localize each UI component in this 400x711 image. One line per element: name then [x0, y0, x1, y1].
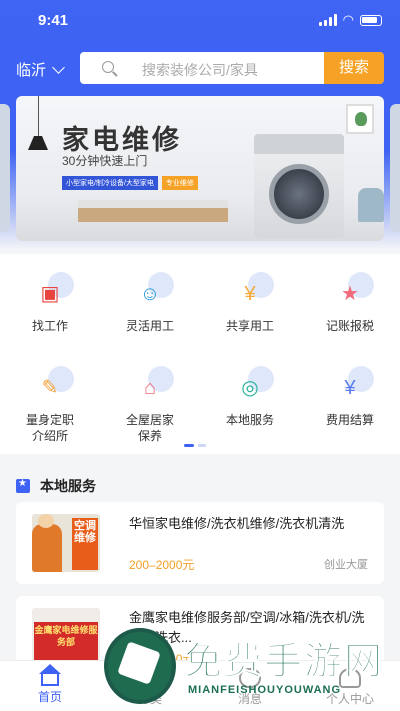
- banner-tag: 专业维修: [161, 176, 198, 190]
- section-header: 本地服务: [16, 476, 96, 496]
- service-thumbnail: 金鹰家电维修服务部: [32, 608, 100, 666]
- service-title: 华恒家电维修/洗衣机维修/洗衣机清洗: [129, 516, 345, 531]
- search-placeholder: 搜索装修公司/家具: [142, 62, 258, 78]
- worker-icon: ☺: [132, 272, 174, 312]
- city-label: 临沂: [16, 62, 47, 79]
- washer-panel: [254, 134, 344, 154]
- tab-home[interactable]: 首页: [0, 661, 100, 711]
- category-item[interactable]: ☺ 灵活用工: [100, 266, 200, 346]
- banner-prev-peek[interactable]: [0, 104, 10, 232]
- service-card[interactable]: 空调维修 华恒家电维修/洗衣机维修/洗衣机清洗 200–2000元 创业大厦: [16, 502, 384, 584]
- watermark-logo-icon: [104, 628, 176, 704]
- section-title: 本地服务: [40, 478, 96, 494]
- tab-label: 首页: [37, 690, 62, 704]
- category-item[interactable]: ¥ 费用结算: [300, 360, 400, 440]
- category-item[interactable]: ¥ 共享用工: [200, 266, 300, 346]
- category-label: 共享用工: [225, 319, 274, 333]
- home-icon: [39, 664, 61, 686]
- banner-next-peek[interactable]: [390, 104, 400, 232]
- banner-subtitle: 30分钟快速上门: [62, 154, 148, 168]
- thumb-sign: 金鹰家电维修服务部: [34, 622, 98, 662]
- category-item[interactable]: ★ 记账报税: [300, 266, 400, 346]
- watermark-text: 免费手游网: [183, 641, 385, 684]
- category-item[interactable]: ✎ 量身定职介绍所: [0, 360, 100, 443]
- washing-machine-image: [254, 134, 344, 238]
- category-label: 量身定职介绍所: [25, 413, 74, 443]
- battery-icon: [360, 14, 382, 26]
- watermark-subtext: MIANFEISHOUYOUWANG: [188, 684, 342, 696]
- house-icon: ⌂: [132, 366, 174, 406]
- chair-image: [358, 188, 384, 222]
- service-price: 200–2000元: [129, 558, 195, 572]
- category-label: 记账报税: [325, 319, 374, 333]
- lamp-cord: [38, 96, 39, 138]
- search-icon: [102, 61, 114, 73]
- chevron-down-icon: [52, 60, 65, 74]
- decor-shelf: [78, 200, 228, 208]
- wifi-icon: ◠: [342, 12, 354, 27]
- category-label: 本地服务: [225, 413, 274, 427]
- promo-banner[interactable]: 家电维修 30分钟快速上门 小型家电/制冷设备/大型家电 专业维修: [16, 96, 384, 241]
- target-icon: ◎: [232, 366, 274, 406]
- washer-door: [269, 164, 329, 224]
- category-item[interactable]: ⌂ 全屋居家保养: [100, 360, 200, 443]
- coin-icon: ¥: [232, 272, 274, 312]
- service-thumbnail: 空调维修: [32, 514, 100, 572]
- category-grid: ▣ 找工作 ☺ 灵活用工 ¥ 共享用工 ★ 记账报税 ✎ 量身定职介绍所 ⌂ 全屋居家保养 ◎ 本地服务 ¥…: [0, 266, 400, 443]
- page-indicator: [184, 444, 206, 447]
- category-menu: ▣ 找工作 ☺ 灵活用工 ¥ 共享用工 ★ 记账报税 ✎ 量身定职介绍所 ⌂ 全屋居家保养 ◎ 本地服务 ¥…: [0, 254, 400, 454]
- category-label: 灵活用工: [125, 319, 174, 333]
- badge-icon: ★: [332, 272, 374, 312]
- bookmark-icon: [16, 478, 30, 493]
- category-item[interactable]: ◎ 本地服务: [200, 360, 300, 440]
- decor-cabinet: [78, 208, 228, 222]
- status-time: 9:41: [38, 12, 69, 29]
- category-label: 费用结算: [325, 413, 374, 427]
- status-icons: ◠: [318, 12, 382, 28]
- plant-frame-image: [346, 104, 374, 134]
- worker-image: [32, 514, 62, 572]
- yen-card-icon: ¥: [332, 366, 374, 406]
- service-location: 创业大厦: [324, 559, 368, 571]
- category-label: 找工作: [31, 319, 68, 333]
- banner-tag: 小型家电/制冷设备/大型家电: [62, 176, 158, 190]
- thumb-sign: 空调维修: [72, 518, 98, 570]
- banner-tags: 小型家电/制冷设备/大型家电 专业维修: [62, 176, 198, 190]
- pencil-ruler-icon: ✎: [32, 366, 74, 406]
- search-input[interactable]: 搜索装修公司/家具: [80, 52, 324, 84]
- category-item[interactable]: ▣ 找工作: [0, 266, 100, 346]
- search-button[interactable]: 搜索: [324, 52, 384, 84]
- status-bar: 9:41 ◠: [0, 0, 400, 40]
- search-row: 临沂 搜索装修公司/家具 搜索: [0, 52, 400, 84]
- city-selector[interactable]: 临沂: [16, 59, 65, 80]
- signal-icon: [318, 14, 337, 26]
- briefcase-icon: ▣: [32, 272, 74, 312]
- watermark-overlay: 免费手游网 MIANFEISHOUYOUWANG: [104, 622, 400, 711]
- category-label: 全屋居家保养: [125, 413, 174, 443]
- lamp-icon: [28, 136, 48, 150]
